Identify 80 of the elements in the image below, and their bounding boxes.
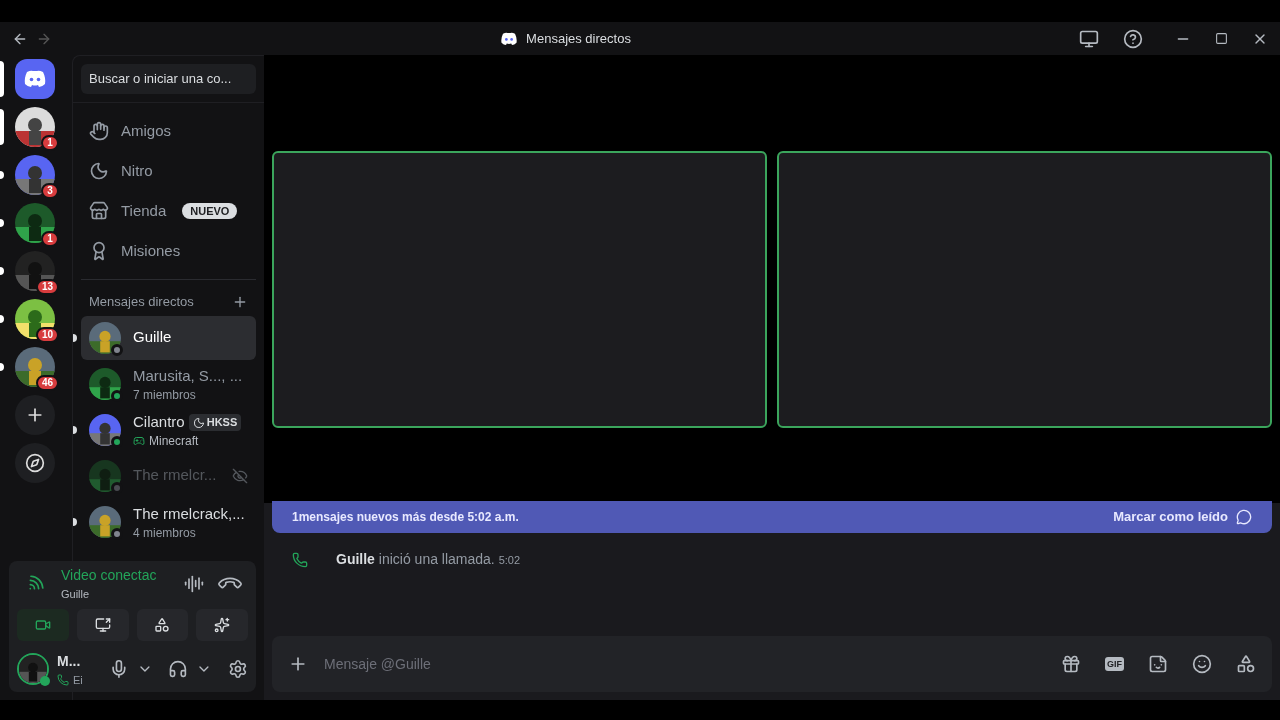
dm-name: Cilantro — [133, 412, 185, 433]
server-icon[interactable]: 3 — [15, 155, 55, 195]
member-count: 7 miembros — [133, 387, 197, 402]
voice-control-button[interactable] — [76, 608, 129, 641]
nav-item[interactable]: Amigos — [81, 111, 256, 151]
unread-count: 1 — [41, 135, 59, 151]
video-tile[interactable] — [777, 150, 1272, 428]
voice-control-button[interactable] — [196, 608, 248, 641]
headphones-icon[interactable] — [168, 659, 189, 680]
dm-name: The rmelcrack,... — [133, 504, 245, 525]
dm-item[interactable]: Guille — [81, 315, 256, 360]
home-button[interactable] — [15, 59, 55, 99]
gif-button[interactable]: GIF — [1105, 657, 1124, 671]
unread-count: 1 — [41, 231, 59, 247]
gamepad-icon — [133, 434, 145, 447]
emoji-icon[interactable] — [1192, 654, 1212, 674]
activity-status: Minecraft — [133, 433, 248, 448]
hand-icon — [89, 121, 109, 141]
nav-label: Tienda — [121, 200, 167, 221]
screen-share-icon — [94, 616, 111, 633]
dm-name: The rmelcr... — [133, 465, 217, 486]
add-server-button[interactable] — [15, 395, 55, 435]
user-status: Ei — [73, 672, 83, 688]
clan-tag: HKSS — [188, 414, 242, 431]
compass-icon — [25, 453, 45, 473]
shapes-icon — [154, 616, 171, 633]
dm-name: Guille — [133, 327, 172, 348]
dm-item[interactable]: Cilantro HKSS Minecraft — [81, 407, 256, 452]
unread-count: 13 — [35, 279, 59, 295]
store-icon — [89, 201, 109, 221]
new-tag: NUEVO — [182, 203, 238, 219]
nav-item[interactable]: Misiones — [81, 231, 256, 271]
sparkles-icon — [214, 616, 231, 633]
chat-bubble-icon — [1236, 509, 1252, 525]
nav-label: Amigos — [121, 120, 172, 141]
window-title: Mensajes directos — [526, 29, 631, 48]
unread-count: 3 — [41, 183, 59, 199]
maximize-icon[interactable] — [1215, 32, 1228, 45]
sticker-icon[interactable] — [1148, 654, 1168, 674]
dm-item[interactable]: Marusita, S..., ... 7 miembros — [81, 361, 256, 406]
video-tile[interactable] — [272, 150, 767, 428]
dm-name: Marusita, S..., ... — [133, 366, 243, 387]
server-icon[interactable]: 1 — [15, 107, 55, 147]
input-placeholder: Mensaje @Guille — [324, 654, 432, 674]
user-name: M... — [57, 651, 82, 671]
gift-icon[interactable] — [1061, 654, 1081, 674]
nav-item[interactable]: Nitro — [81, 151, 256, 191]
audio-lines-icon[interactable] — [184, 573, 204, 594]
mark-read-link[interactable]: Marcar como leído — [1113, 507, 1228, 527]
help-icon[interactable] — [1123, 28, 1143, 49]
server-icon[interactable]: 10 — [15, 299, 55, 339]
settings-icon[interactable] — [228, 659, 248, 680]
logo-icon — [23, 69, 47, 89]
member-count: 4 miembros — [133, 525, 197, 540]
banner-text: 1mensajes nuevos más desde 5:02 a.m. — [292, 509, 519, 526]
moon-icon — [192, 416, 205, 429]
nav-label: Misiones — [121, 240, 181, 261]
unread-count: 46 — [35, 375, 59, 391]
unread-count: 10 — [35, 327, 59, 343]
phone-icon — [57, 673, 69, 686]
new-messages-banner[interactable]: 1mensajes nuevos más desde 5:02 a.m. Marcar como leído — [272, 501, 1272, 533]
discover-button[interactable] — [15, 443, 55, 483]
server-icon[interactable]: 13 — [15, 251, 55, 291]
logo-icon — [500, 31, 519, 46]
server-icon[interactable]: 46 — [15, 347, 55, 387]
nav-label: Nitro — [121, 160, 153, 181]
server-icon[interactable]: 1 — [15, 203, 55, 243]
phone-icon — [292, 551, 308, 568]
message-input[interactable]: Mensaje @Guille GIF — [272, 636, 1272, 692]
shapes-icon[interactable] — [1236, 654, 1256, 674]
call-message: Guille inició una llamada. 5:02 — [336, 550, 521, 569]
nav-item[interactable]: Tienda NUEVO — [81, 191, 256, 231]
moon-icon — [89, 161, 109, 181]
search-field[interactable]: Buscar o iniciar una co... — [81, 64, 256, 94]
voice-control-button[interactable] — [136, 608, 189, 641]
voice-channel: Guille — [61, 587, 91, 602]
voice-status: Video conectac — [61, 566, 158, 585]
monitor-icon[interactable] — [1079, 28, 1099, 49]
section-heading: Mensajes directos — [89, 293, 194, 311]
dm-item[interactable]: The rmelcrack,... 4 miembros — [81, 499, 256, 544]
